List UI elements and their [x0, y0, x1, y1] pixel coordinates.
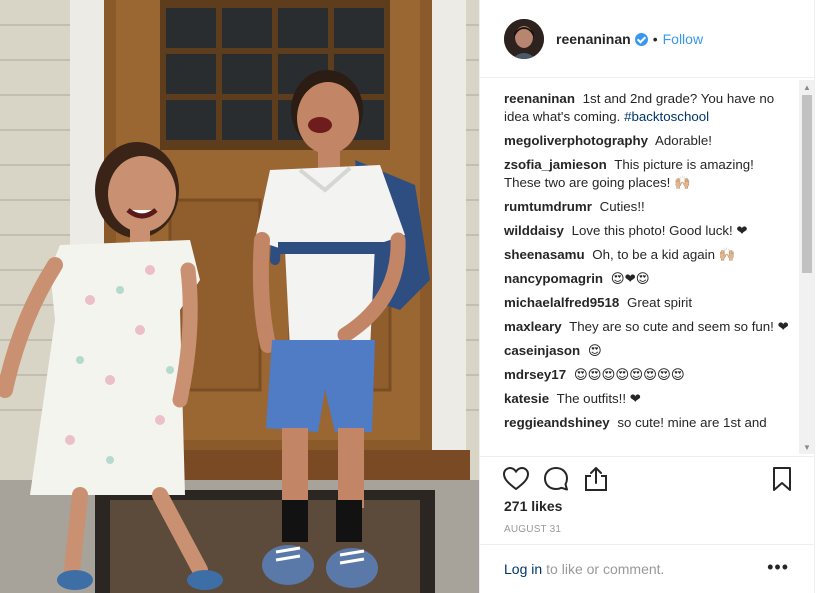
- verified-badge-icon: [634, 33, 648, 46]
- comment-username[interactable]: sheenasamu: [504, 247, 585, 262]
- caption: reenaninan 1st and 2nd grade? You have n…: [504, 90, 794, 126]
- comment-text: Oh, to be a kid again 🙌🏼: [592, 247, 736, 262]
- comment-item: rumtumdrumr Cuties!!: [504, 198, 794, 216]
- comment-text: The outfits!! ❤: [556, 391, 641, 406]
- comment-username[interactable]: mdrsey17: [504, 367, 566, 382]
- header-separator: •: [652, 30, 658, 47]
- heart-icon[interactable]: [502, 465, 530, 493]
- comment-item: megoliverphotography Adorable!: [504, 132, 794, 150]
- login-prompt-text: to like or comment.: [546, 561, 665, 577]
- share-icon[interactable]: [582, 465, 610, 493]
- comments-scrollbar[interactable]: ▲ ▼: [799, 80, 815, 454]
- caption-hashtag[interactable]: #backtoschool: [624, 109, 709, 124]
- comment-username[interactable]: wilddaisy: [504, 223, 564, 238]
- comment-item: sheenasamu Oh, to be a kid again 🙌🏼: [504, 246, 794, 264]
- comment-username[interactable]: maxleary: [504, 319, 562, 334]
- avatar-illustration: [504, 18, 544, 59]
- scroll-up-arrow-icon[interactable]: ▲: [799, 80, 815, 94]
- author-username[interactable]: reenaninan: [556, 31, 631, 47]
- photo-illustration: [0, 0, 479, 593]
- post-details-panel: reenaninan • Follow reenaninan 1st and 2…: [479, 0, 815, 593]
- comment-text: Love this photo! Good luck! ❤: [571, 223, 748, 238]
- comment-text: 😍❤😍: [610, 271, 650, 286]
- comment-text: so cute! mine are 1st and: [617, 415, 767, 430]
- comment-icon[interactable]: [542, 465, 570, 493]
- comment-username[interactable]: megoliverphotography: [504, 133, 648, 148]
- post-header: reenaninan • Follow: [480, 0, 815, 78]
- bookmark-icon[interactable]: [768, 465, 796, 493]
- follow-button[interactable]: Follow: [663, 31, 703, 47]
- likes-count[interactable]: 271 likes: [504, 498, 562, 514]
- comment-text: Great spirit: [627, 295, 693, 310]
- post-date[interactable]: AUGUST 31: [504, 524, 561, 535]
- comment-item: michaelalfred9518 Great spirit: [504, 294, 794, 312]
- comment-item: zsofia_jamieson This picture is amazing!…: [504, 156, 794, 192]
- comment-item: nancypomagrin 😍❤😍: [504, 270, 794, 288]
- comment-username[interactable]: michaelalfred9518: [504, 295, 619, 310]
- comment-username[interactable]: zsofia_jamieson: [504, 157, 607, 172]
- comment-item: wilddaisy Love this photo! Good luck! ❤: [504, 222, 794, 240]
- author-avatar[interactable]: [504, 18, 544, 59]
- comment-text: They are so cute and seem so fun! ❤: [569, 319, 789, 334]
- comment-text: 😍: [587, 343, 602, 358]
- comment-username[interactable]: nancypomagrin: [504, 271, 603, 286]
- comment-text: Adorable!: [655, 133, 712, 148]
- caption-username[interactable]: reenaninan: [504, 91, 575, 106]
- comment-username[interactable]: rumtumdrumr: [504, 199, 592, 214]
- login-link[interactable]: Log in: [504, 561, 542, 577]
- comment-login-bar: Log in to like or comment. •••: [480, 544, 815, 593]
- comment-text: Cuties!!: [599, 199, 645, 214]
- comment-item: katesie The outfits!! ❤: [504, 390, 794, 408]
- scrollbar-thumb[interactable]: [802, 95, 812, 273]
- comments-list[interactable]: reenaninan 1st and 2nd grade? You have n…: [504, 90, 794, 452]
- post-actions-bar: [480, 456, 815, 500]
- comment-text: 😍😍😍😍😍😍😍😍: [573, 367, 685, 382]
- comment-item: caseinjason 😍: [504, 342, 794, 360]
- comment-item: maxleary They are so cute and seem so fu…: [504, 318, 794, 336]
- more-options-button[interactable]: •••: [767, 557, 789, 578]
- comment-username[interactable]: caseinjason: [504, 343, 580, 358]
- page-gutter: [814, 0, 838, 593]
- comment-username[interactable]: reggieandshiney: [504, 415, 610, 430]
- scroll-down-arrow-icon[interactable]: ▼: [799, 440, 815, 454]
- post-photo[interactable]: [0, 0, 479, 593]
- comment-username[interactable]: katesie: [504, 391, 549, 406]
- comment-item: reggieandshiney so cute! mine are 1st an…: [504, 414, 794, 432]
- comment-item: mdrsey17 😍😍😍😍😍😍😍😍: [504, 366, 794, 384]
